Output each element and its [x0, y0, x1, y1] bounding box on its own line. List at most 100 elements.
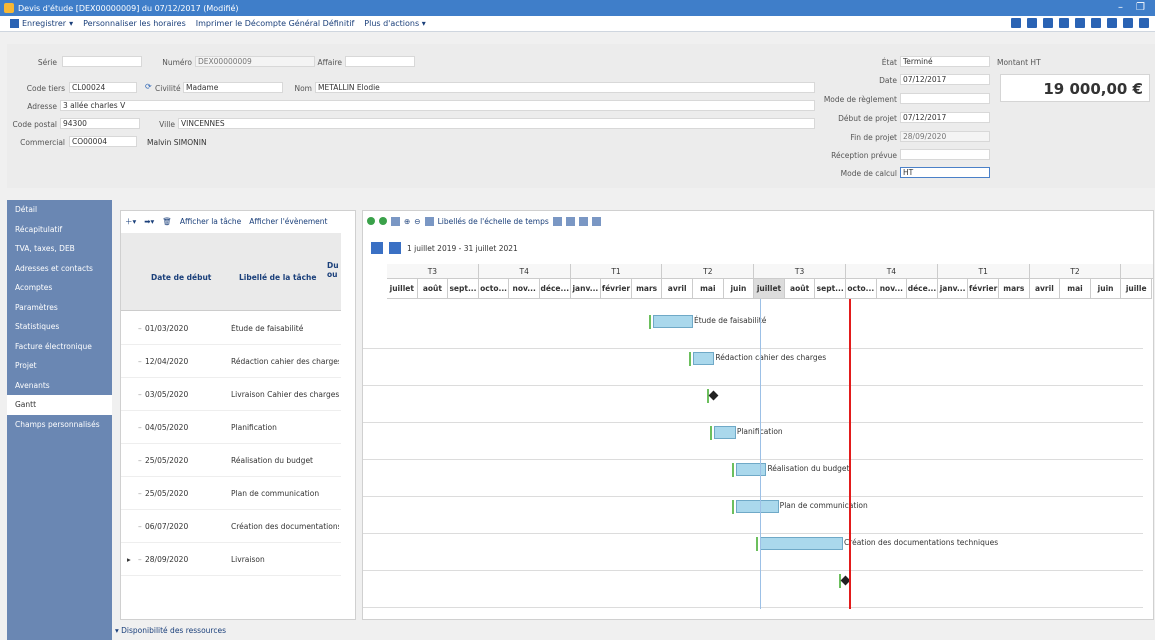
month-header: sept... [815, 279, 846, 299]
sidebar-item[interactable]: TVA, taxes, DEB [7, 239, 112, 259]
col-task-header[interactable]: Libellé de la tâche [239, 273, 316, 282]
numero-label: Numéro [162, 58, 192, 67]
month-header: juille [1121, 279, 1152, 299]
zoom-in-icon[interactable]: ⊕ [404, 217, 410, 226]
next-period-icon[interactable] [389, 242, 401, 254]
undo-icon[interactable] [1059, 18, 1069, 28]
sidebar-item[interactable]: Statistiques [7, 317, 112, 337]
month-header: janv... [937, 279, 969, 299]
table-row[interactable]: –12/04/2020 Rédaction cahier des charges [121, 345, 341, 378]
prev-icon[interactable] [1123, 18, 1133, 28]
fin-field[interactable]: 28/09/2020 [900, 131, 990, 142]
calendar-icon[interactable] [424, 216, 434, 226]
table-row[interactable]: –01/03/2020 Étude de faisabilité [121, 312, 341, 345]
grid-icon[interactable] [391, 216, 400, 226]
save-button[interactable]: Enregistrer ▾ [10, 19, 73, 28]
print-button[interactable]: Imprimer le Décompte Général Définitif [196, 19, 354, 28]
table-row[interactable]: –25/05/2020 Réalisation du budget [121, 444, 341, 477]
more-actions-button[interactable]: Plus d'actions ▾ [364, 19, 425, 28]
customize-hours-button[interactable]: Personnaliser les horaires [83, 19, 186, 28]
sidebar-item[interactable]: Acomptes [7, 278, 112, 298]
resource-availability[interactable]: ▾ Disponibilité des ressources [115, 626, 226, 635]
affaire-field[interactable] [345, 56, 415, 67]
mail-icon[interactable] [1043, 18, 1053, 28]
serie-field[interactable] [62, 56, 142, 67]
table-row[interactable]: –06/07/2020 Création des documentations..… [121, 510, 341, 543]
show-task-button[interactable]: Afficher la tâche [180, 217, 241, 226]
gantt-toolbar: ⊕ ⊖ Libellés de l'échelle de temps [367, 213, 601, 229]
sidebar-item[interactable]: Facture électronique [7, 337, 112, 357]
title-bar: Devis d'étude [DEX00000009] du 07/12/201… [0, 0, 1155, 16]
redo-icon[interactable] [1075, 18, 1085, 28]
month-header: octo... [846, 279, 877, 299]
month-header: février [601, 279, 632, 299]
print-icon[interactable] [1011, 18, 1021, 28]
tool-icon-3[interactable] [578, 216, 588, 226]
row-date: 06/07/2020 [145, 522, 189, 531]
show-event-button[interactable]: Afficher l'évènement [249, 217, 327, 226]
sidebar-item[interactable]: Récapitulatif [7, 220, 112, 240]
table-row[interactable]: –03/05/2020 Livraison Cahier des charges [121, 378, 341, 411]
copy-icon[interactable] [1091, 18, 1101, 28]
row-indent: – [138, 324, 142, 333]
forward-circle-icon[interactable] [379, 217, 387, 225]
civilite-select[interactable]: Madame [183, 82, 283, 93]
task-bar [693, 352, 715, 365]
row-task: Plan de communication [231, 489, 320, 498]
ville-field[interactable]: VINCENNES [178, 118, 815, 129]
col-more-header[interactable]: Du ou [327, 261, 341, 279]
pdf-icon[interactable] [1027, 18, 1037, 28]
sidebar-item[interactable]: Adresses et contacts [7, 259, 112, 279]
header-form: Série Numéro DEX00000009 Affaire Code ti… [7, 44, 1155, 188]
bar-label: Rédaction cahier des charges [715, 353, 827, 362]
tool-icon-4[interactable] [591, 216, 601, 226]
date-field[interactable]: 07/12/2017 [900, 74, 990, 85]
delete-task-icon[interactable]: 🗑 [162, 217, 172, 226]
sidebar-item[interactable]: Paramètres [7, 298, 112, 318]
minimize-icon[interactable]: – [1118, 2, 1123, 13]
month-header: nov... [876, 279, 908, 299]
refresh-icon[interactable]: ⟳ [145, 82, 152, 91]
commercial-field[interactable]: CO00004 [69, 136, 137, 147]
tool-icon-2[interactable] [565, 216, 575, 226]
add-icon[interactable]: ＋▾ [125, 216, 136, 227]
delete-icon[interactable] [1107, 18, 1117, 28]
col-date-header[interactable]: Date de début [151, 273, 211, 282]
table-row[interactable]: –04/05/2020 Planification [121, 411, 341, 444]
table-row[interactable]: –25/05/2020 Plan de communication [121, 477, 341, 510]
scale-labels-button[interactable]: Libellés de l'échelle de temps [438, 217, 549, 226]
row-indent: – [138, 456, 142, 465]
next-icon[interactable] [1139, 18, 1149, 28]
sidebar-item[interactable]: Avenants [7, 376, 112, 396]
etat-select[interactable]: Terminé [900, 56, 990, 67]
nom-field[interactable]: METALLIN Elodie [315, 82, 815, 93]
month-header: juin [1090, 279, 1122, 299]
prev-period-icon[interactable] [371, 242, 383, 254]
calcul-select[interactable]: HT [900, 167, 990, 178]
code-tiers-field[interactable]: CL00024 [69, 82, 137, 93]
numero-field[interactable]: DEX00000009 [195, 56, 315, 67]
debut-label: Début de projet [838, 114, 897, 123]
month-header: déce... [907, 279, 938, 299]
tool-icon-1[interactable] [552, 216, 562, 226]
table-row[interactable]: ▸ –28/09/2020 Livraison [121, 543, 341, 576]
sidebar-item[interactable]: Champs personnalisés [7, 415, 112, 435]
start-marker [710, 426, 713, 440]
restore-icon[interactable]: ❐ [1136, 2, 1145, 13]
add-circle-icon[interactable] [367, 217, 375, 225]
commercial-label: Commercial [20, 138, 65, 147]
move-icon[interactable]: ➡▾ [144, 217, 154, 226]
gantt-row-line [363, 570, 1143, 571]
month-header: février [968, 279, 999, 299]
sidebar-item[interactable]: Projet [7, 356, 112, 376]
reglement-select[interactable] [900, 93, 990, 104]
quarter-header: T2 [1029, 264, 1122, 279]
sidebar-item[interactable]: Gantt [7, 395, 112, 415]
reception-select[interactable] [900, 149, 990, 160]
cp-field[interactable]: 94300 [60, 118, 140, 129]
debut-field[interactable]: 07/12/2017 [900, 112, 990, 123]
sidebar-item[interactable]: Détail [7, 200, 112, 220]
zoom-out-icon[interactable]: ⊖ [414, 217, 420, 226]
adresse-field[interactable]: 3 allée charles V [60, 100, 815, 111]
save-icon [10, 19, 19, 28]
